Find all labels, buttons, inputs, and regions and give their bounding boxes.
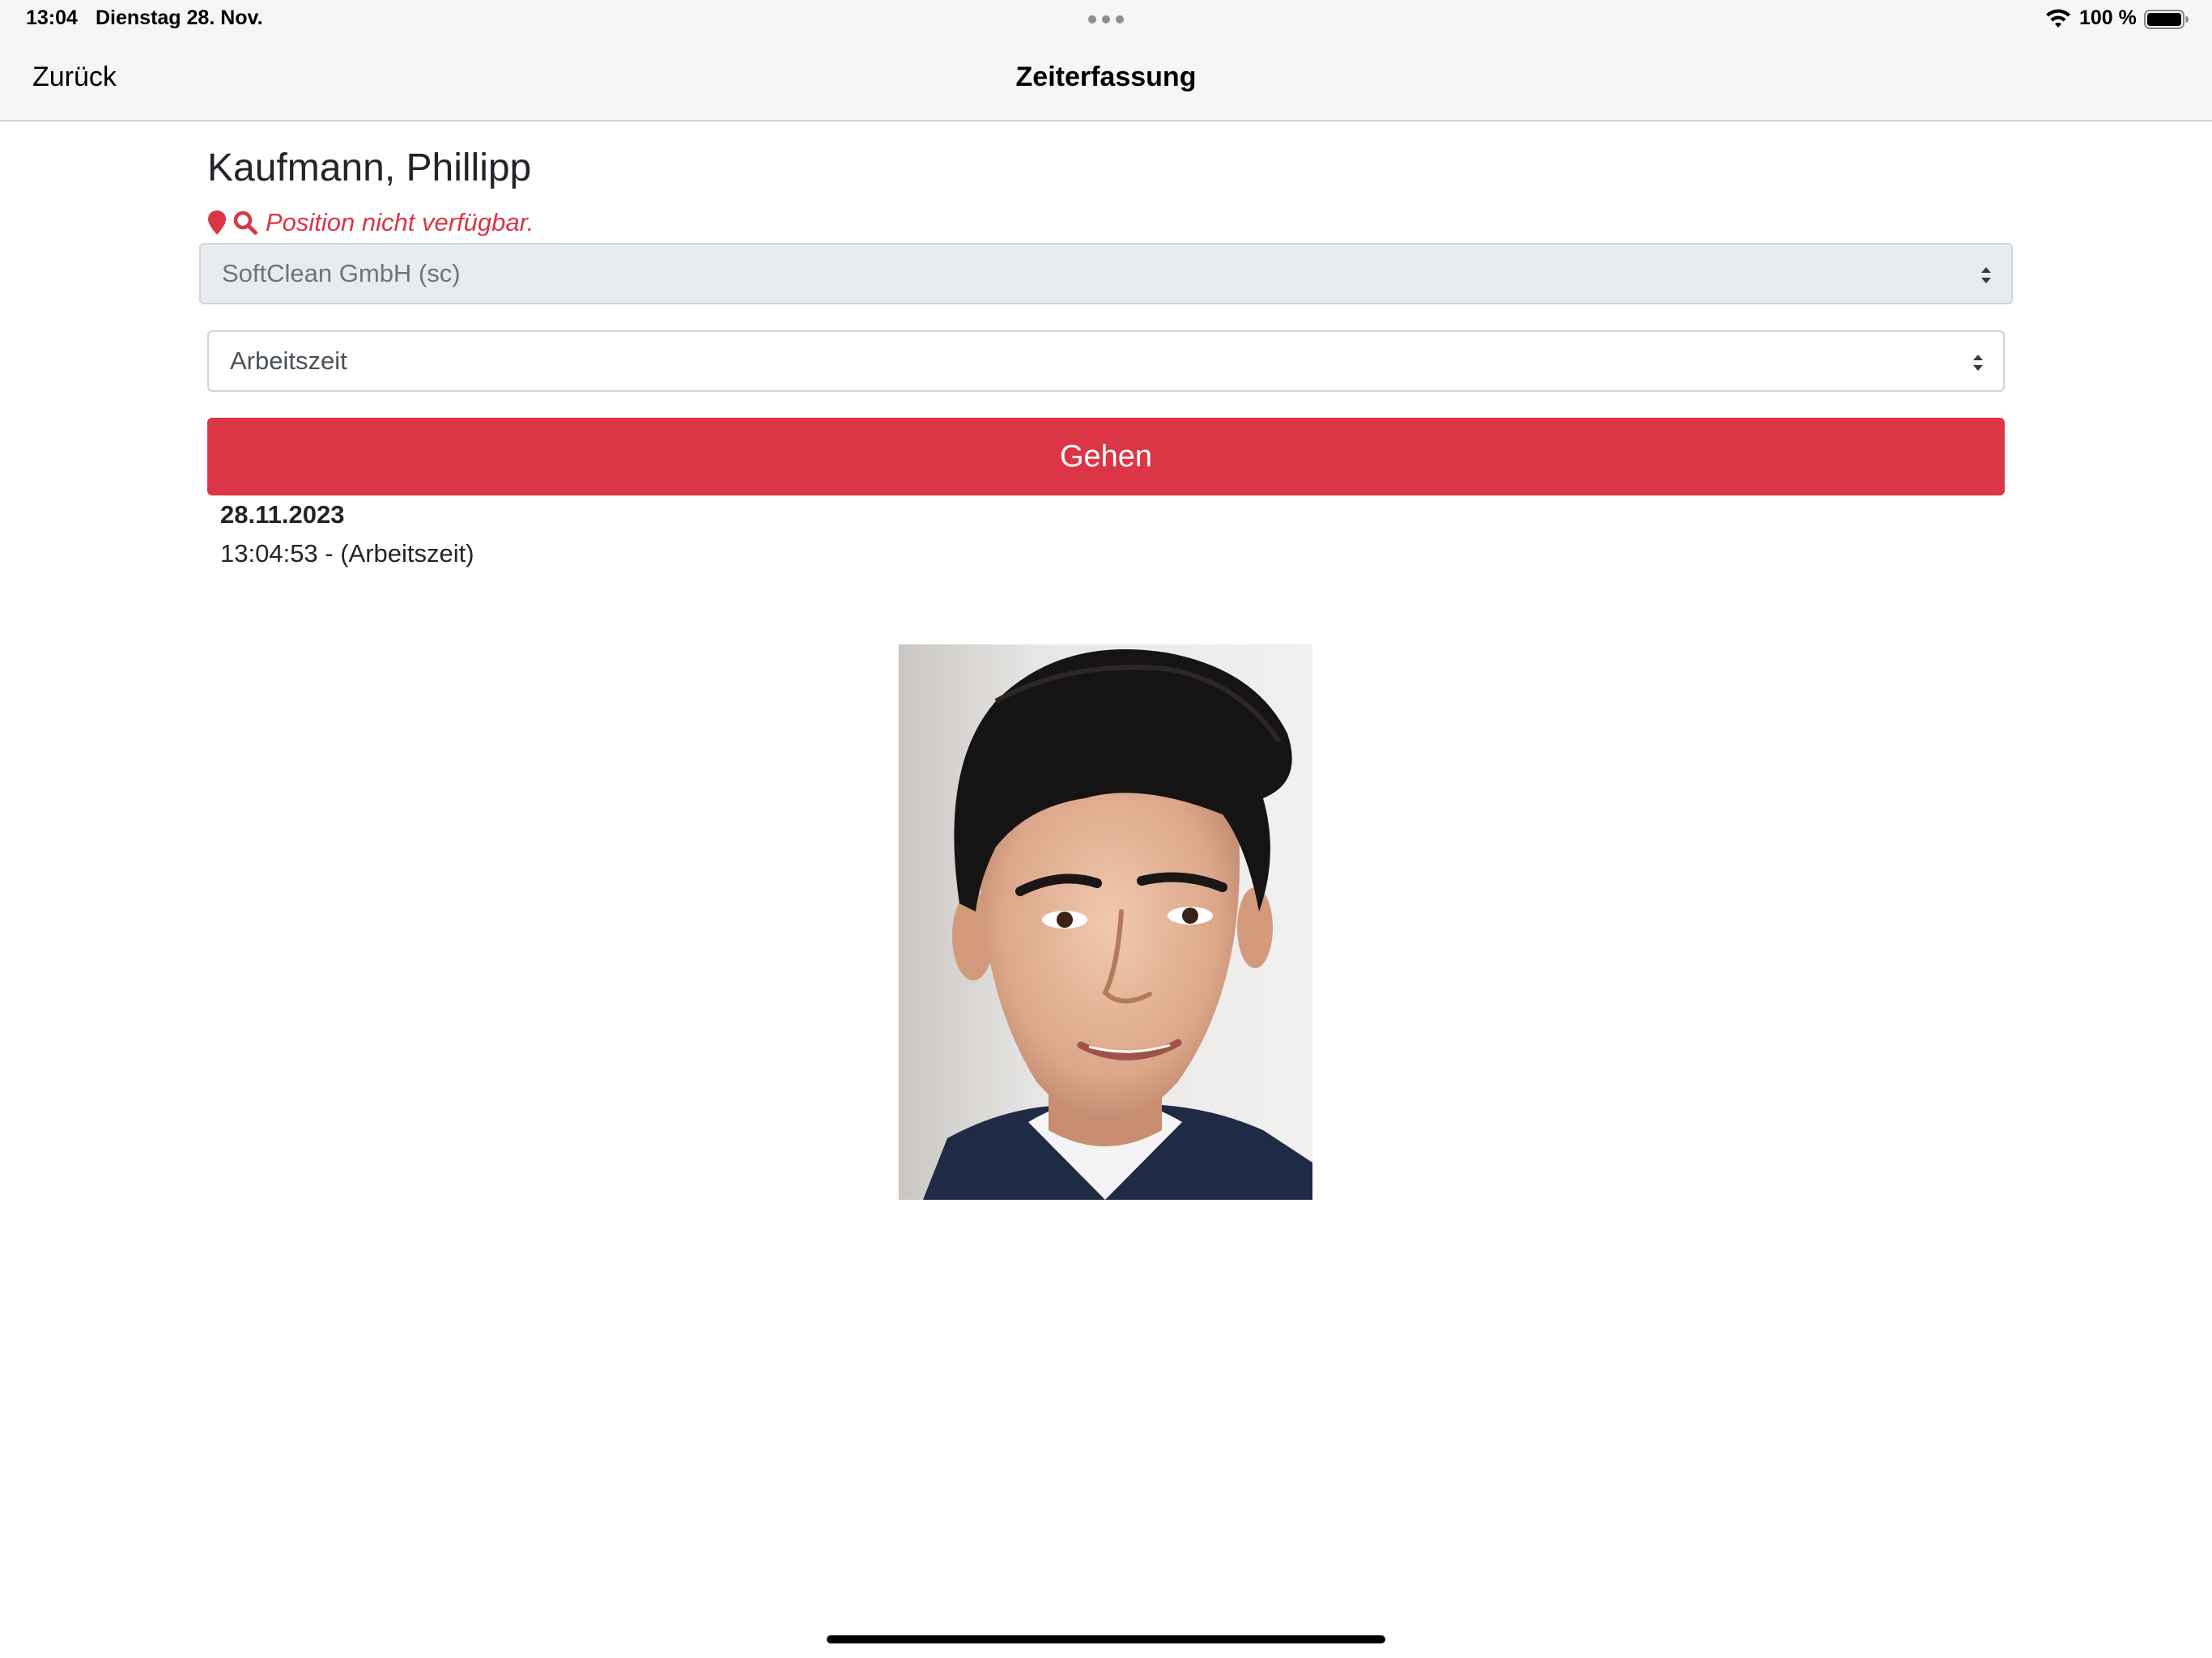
map-pin-icon: [208, 210, 226, 235]
search-icon: [233, 210, 257, 235]
page-title: Zeiterfassung: [1015, 62, 1197, 92]
location-message: Position nicht verfügbar.: [266, 208, 534, 236]
select-arrows-icon: [1981, 267, 1991, 283]
status-time: 13:04: [26, 6, 78, 29]
employee-name: Kaufmann, Phillipp: [207, 147, 532, 189]
company-select: SoftClean GmbH (sc): [199, 243, 2013, 304]
wifi-icon: [2046, 9, 2070, 28]
select-arrows-icon: [1973, 355, 1983, 371]
company-select-value: SoftClean GmbH (sc): [222, 259, 461, 287]
employee-photo: [899, 644, 1312, 1200]
location-status: Position nicht verfügbar.: [207, 208, 534, 236]
battery-percentage: 100 %: [2079, 6, 2137, 29]
entry-time-line: 13:04:53 - (Arbeitszeit): [220, 539, 474, 568]
status-bar: 13:04 Dienstag 28. Nov. 100 %: [0, 0, 2212, 39]
time-type-select-value: Arbeitszeit: [230, 346, 347, 375]
home-indicator[interactable]: [827, 1635, 1385, 1643]
status-date: Dienstag 28. Nov.: [96, 6, 263, 29]
battery-icon: [2144, 10, 2189, 29]
entry-date: 28.11.2023: [220, 500, 345, 529]
navigation-bar: Zeiterfassung Zurück: [0, 39, 2212, 121]
gehen-button[interactable]: Gehen: [207, 418, 2005, 495]
back-button[interactable]: Zurück: [32, 62, 117, 93]
multitasking-dots-icon[interactable]: [1088, 15, 1124, 24]
time-type-select[interactable]: Arbeitszeit: [207, 330, 2005, 392]
